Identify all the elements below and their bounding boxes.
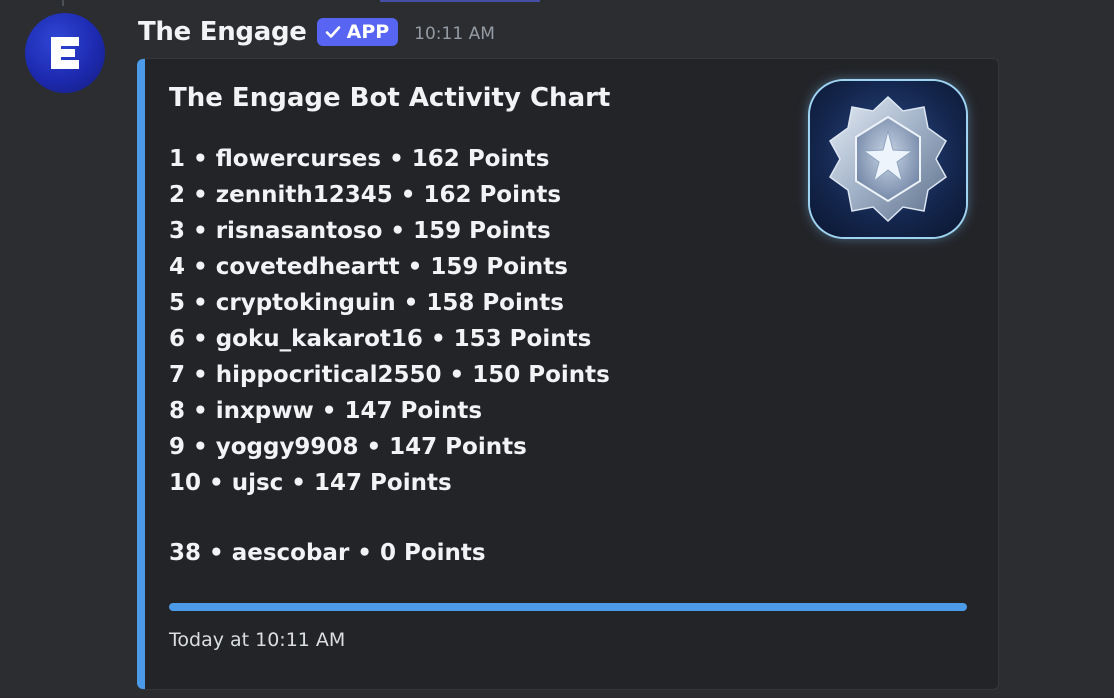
leaderboard-list: 1 • flowercurses • 162 Points 2 • zennit…	[169, 141, 610, 501]
message-header: The Engage APP 10:11 AM	[138, 14, 495, 50]
leaderboard-entry: 3 • risnasantoso • 159 Points	[169, 218, 551, 244]
author-username[interactable]: The Engage	[138, 17, 307, 47]
app-badge: APP	[316, 18, 399, 46]
avatar[interactable]	[25, 13, 105, 93]
leaderboard-entry: 10 • ujsc • 147 Points	[169, 470, 452, 496]
thread-marker	[62, 0, 64, 6]
leaderboard-entry: 8 • inxpww • 147 Points	[169, 398, 483, 424]
divider-line	[380, 0, 540, 2]
message-timestamp[interactable]: 10:11 AM	[414, 24, 495, 44]
leaderboard-entry: 6 • goku_kakarot16 • 153 Points	[169, 326, 592, 352]
embed-thumbnail[interactable]	[810, 81, 966, 237]
silver-star-badge-icon	[829, 95, 947, 223]
leaderboard-entry: 2 • zennith12345 • 162 Points	[169, 182, 562, 208]
embed-image-bar[interactable]	[169, 603, 967, 611]
embed-card: The Engage Bot Activity Chart 1 • flower…	[137, 58, 999, 690]
embed-title: The Engage Bot Activity Chart	[169, 83, 611, 113]
verified-check-icon	[325, 26, 340, 38]
chat-message: The Engage APP 10:11 AM The Engage Bot A…	[0, 0, 1114, 698]
leaderboard-entry: 9 • yoggy9908 • 147 Points	[169, 434, 527, 460]
own-rank-entry: 38 • aescobar • 0 Points	[169, 540, 486, 566]
leaderboard-entry: 1 • flowercurses • 162 Points	[169, 146, 550, 172]
engage-e-logo-icon	[51, 37, 79, 69]
embed-accent-bar	[137, 59, 145, 689]
leaderboard-entry: 7 • hippocritical2550 • 150 Points	[169, 362, 610, 388]
app-badge-label: APP	[346, 21, 390, 43]
leaderboard-entry: 5 • cryptokinguin • 158 Points	[169, 290, 564, 316]
embed-footer-timestamp: Today at 10:11 AM	[169, 629, 346, 651]
leaderboard-entry: 4 • covetedheartt • 159 Points	[169, 254, 568, 280]
